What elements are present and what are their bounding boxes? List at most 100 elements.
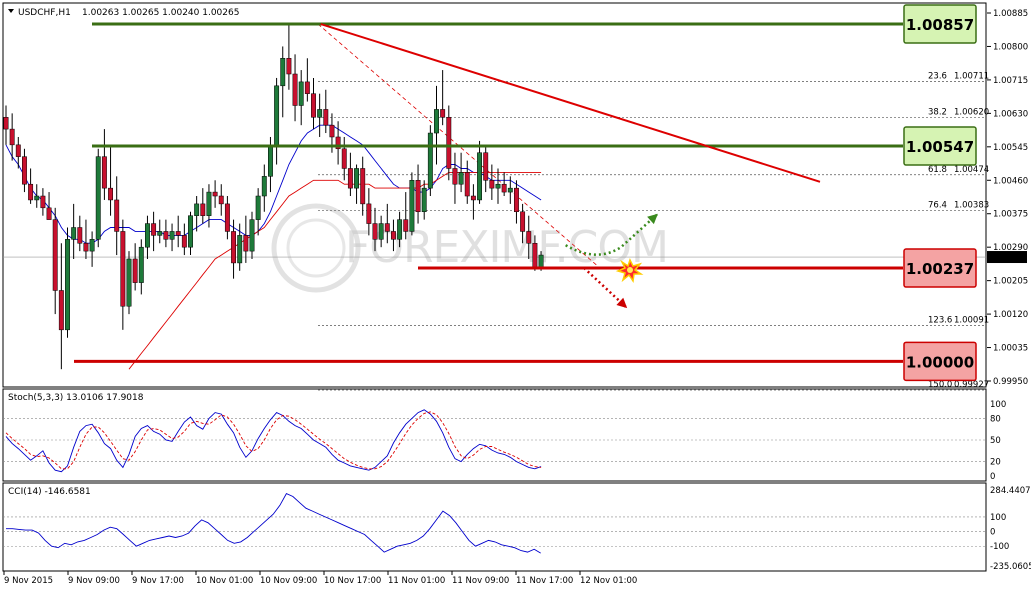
candle-body	[52, 219, 58, 291]
ohlc-readout: 1.00263 1.00265 1.00240 1.00265	[82, 8, 239, 18]
candle-body	[483, 152, 489, 181]
candle-body	[526, 231, 532, 244]
candle-body	[188, 215, 193, 248]
candle-body	[391, 231, 396, 240]
level-label: 1.00857	[906, 16, 974, 34]
cci-title: CCI(14) -146.6581	[8, 487, 91, 497]
level-label: 1.00547	[906, 138, 974, 156]
candle-body	[95, 156, 101, 240]
candle-body	[274, 85, 280, 146]
x-tick-label: 9 Nov 09:00	[68, 576, 120, 586]
fib-level-price: 1.00474	[954, 165, 989, 175]
candle-body	[366, 203, 372, 224]
x-tick-label: 11 Nov 01:00	[388, 576, 445, 586]
candle-body	[280, 58, 286, 87]
cci-tick-label: -235.0605	[990, 562, 1031, 572]
candle-body	[298, 81, 304, 106]
y-tick-label: 1.00800	[993, 42, 1028, 52]
fib-level-price: 1.00091	[954, 316, 989, 326]
candle-body	[458, 172, 464, 185]
candle-body	[224, 203, 230, 232]
x-tick-label: 11 Nov 17:00	[516, 576, 573, 586]
candle-body	[114, 199, 120, 232]
candle-body	[323, 109, 329, 126]
candle-body	[464, 172, 470, 197]
candle-body	[434, 109, 439, 134]
x-tick-label: 12 Nov 01:00	[580, 576, 637, 586]
level-label: 1.00237	[906, 260, 974, 278]
y-tick-label: 1.00375	[993, 210, 1028, 220]
cci-tick-label: -100	[990, 542, 1009, 552]
candle-body	[514, 187, 519, 213]
chart-header: USDCHF,H1 1.00263 1.00265 1.00240 1.0026…	[8, 8, 239, 18]
candle-body	[15, 144, 21, 157]
candle-body	[372, 223, 378, 240]
y-tick-label: 1.00120	[993, 310, 1028, 320]
stoch-tick-label: 0	[990, 472, 995, 482]
candle-body	[151, 223, 157, 236]
fib-level-label: 61.8	[928, 165, 947, 175]
candle-body	[427, 132, 433, 189]
candle-body	[329, 124, 335, 138]
candle-body	[145, 223, 150, 248]
y-tick-label: 1.00035	[993, 344, 1028, 354]
candle-body	[520, 211, 526, 232]
y-tick-label: 1.00715	[993, 76, 1028, 86]
candle-body	[440, 109, 446, 118]
candle-body	[3, 117, 9, 130]
candle-body	[286, 58, 292, 75]
stoch-title: Stoch(5,3,3) 13.0106 17.9018	[8, 393, 144, 403]
cci-panel	[2, 482, 987, 572]
y-tick-label: 1.00885	[993, 9, 1028, 19]
candle-body	[249, 219, 255, 252]
candle-body	[206, 191, 212, 216]
y-tick-label: 1.00460	[993, 176, 1028, 186]
candle-body	[83, 242, 89, 252]
candle-body	[231, 231, 237, 264]
y-tick-label: 1.00545	[993, 143, 1028, 153]
x-tick-label: 9 Nov 17:00	[132, 576, 184, 586]
candle-body	[255, 195, 261, 220]
stoch-panel	[2, 388, 987, 482]
current-price-label: 1.00265	[990, 253, 1025, 263]
cci-tick-label: 284.4407	[990, 486, 1031, 496]
candle-body	[409, 180, 415, 232]
fib-level-label: 76.4	[928, 201, 947, 211]
fib-level-price: 0.99927	[954, 380, 989, 390]
candle-body	[452, 168, 458, 185]
candle-body	[421, 187, 427, 213]
stoch-tick-label: 20	[990, 458, 1001, 468]
candle-body	[243, 235, 249, 252]
level-label: 1.00000	[906, 353, 974, 371]
candle-body	[507, 187, 513, 193]
candle-body	[40, 195, 46, 209]
stoch-tick-label: 100	[990, 400, 1006, 410]
candle-body	[212, 191, 218, 197]
y-tick-label: 0.99950	[993, 377, 1028, 387]
candle-body	[46, 207, 52, 220]
candle-body	[126, 258, 132, 307]
candle-body	[101, 156, 107, 189]
x-tick-label: 11 Nov 09:00	[452, 576, 509, 586]
candle-body	[341, 148, 347, 169]
candle-body	[175, 231, 181, 236]
candle-body	[403, 219, 409, 232]
candle-body	[501, 183, 507, 193]
candle-body	[347, 168, 353, 189]
candle-body	[446, 117, 452, 169]
candle-body	[58, 290, 64, 331]
y-tick-label: 1.00205	[993, 277, 1028, 287]
candle-body	[261, 176, 267, 197]
candle-body	[415, 180, 421, 213]
candle-body	[237, 235, 243, 264]
x-tick-label: 10 Nov 01:00	[196, 576, 253, 586]
candle-body	[360, 168, 366, 205]
fib-level-price: 1.00620	[954, 107, 989, 117]
fib-level-price: 1.00383	[954, 201, 989, 211]
usdchf-h1-chart: FOREXIMF.COM USDCHF,H1 1.00263 1.00265 1…	[2, 2, 1031, 586]
cci-tick-label: 100	[990, 513, 1006, 523]
candle-body	[378, 223, 384, 240]
candle-body	[132, 258, 138, 283]
x-tick-label: 9 Nov 2015	[4, 576, 53, 586]
candle-body	[34, 195, 40, 201]
